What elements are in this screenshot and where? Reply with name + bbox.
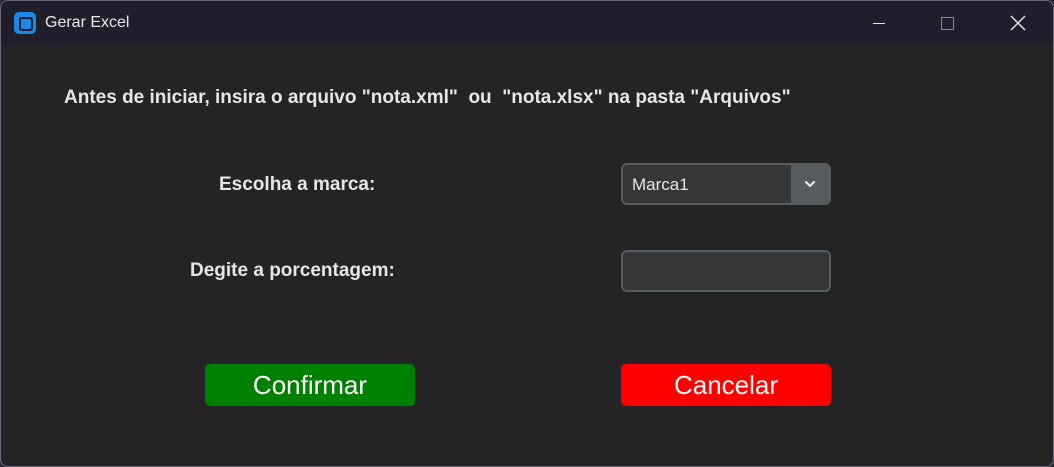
close-icon bbox=[1010, 15, 1026, 31]
porcentagem-label: Degite a porcentagem: bbox=[190, 260, 395, 281]
confirm-button[interactable]: Confirmar bbox=[205, 364, 415, 406]
maximize-button[interactable] bbox=[916, 1, 980, 45]
app-icon bbox=[14, 12, 36, 34]
cancel-button[interactable]: Cancelar bbox=[621, 364, 831, 406]
minimize-button[interactable] bbox=[847, 1, 911, 45]
marca-selected-value: Marca1 bbox=[632, 175, 689, 194]
porcentagem-input[interactable] bbox=[621, 250, 831, 292]
marca-combobox[interactable]: Marca1 bbox=[621, 163, 831, 205]
instruction-text: Antes de iniciar, insira o arquivo "nota… bbox=[64, 87, 791, 108]
marca-label: Escolha a marca: bbox=[219, 174, 376, 195]
window-title: Gerar Excel bbox=[45, 14, 130, 31]
marca-dropdown-button[interactable] bbox=[791, 165, 829, 203]
app-window: Gerar Excel Antes de iniciar, insira o a… bbox=[0, 0, 1054, 467]
chevron-down-icon bbox=[804, 180, 816, 188]
title-bar[interactable]: Gerar Excel bbox=[1, 1, 1053, 45]
close-button[interactable] bbox=[986, 1, 1050, 45]
